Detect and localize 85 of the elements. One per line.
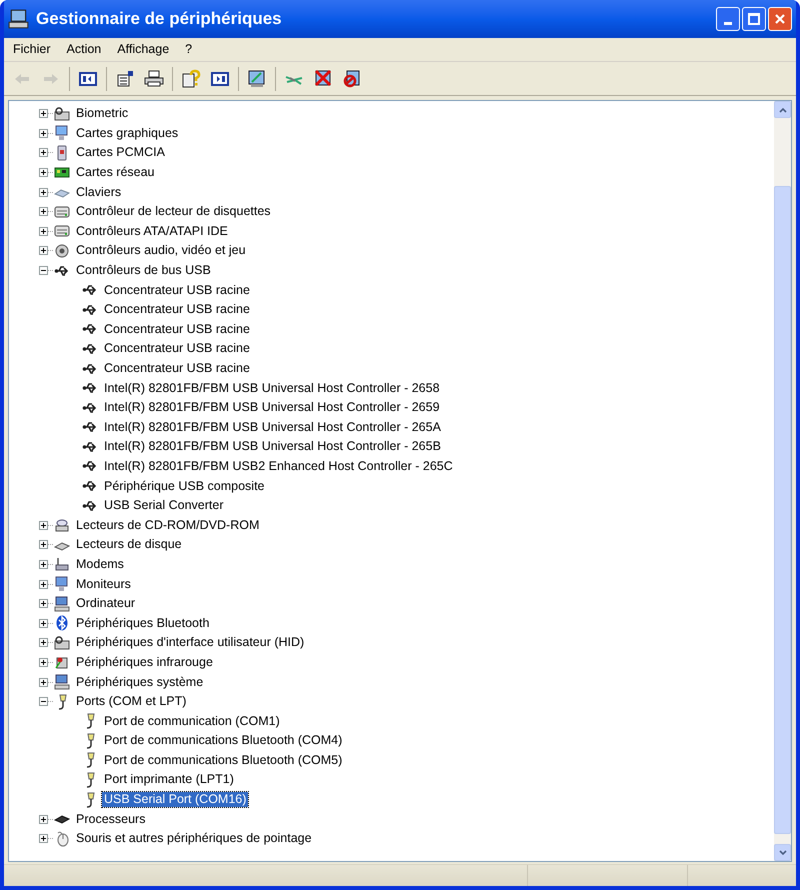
scroll-down-button[interactable] [774, 844, 791, 861]
tree-item[interactable]: Concentrateur USB racine [102, 341, 252, 356]
speaker-icon [54, 242, 70, 259]
expand-toggle[interactable] [39, 128, 48, 138]
tree-item[interactable]: Port de communications Bluetooth (COM4) [102, 733, 344, 748]
drive-icon [54, 204, 70, 220]
window-title: Gestionnaire de périphériques [36, 8, 282, 30]
computer-icon [54, 674, 70, 690]
tree-item[interactable]: Port de communications Bluetooth (COM5) [102, 752, 344, 768]
tree-item[interactable]: Moniteurs [74, 576, 133, 592]
tree-item[interactable]: Lecteurs de disque [74, 537, 184, 552]
maximize-button[interactable] [742, 7, 766, 31]
tree-item[interactable]: Lecteurs de CD-ROM/DVD-ROM [74, 518, 262, 533]
tree-item[interactable]: Périphériques d'interface utilisateur (HID) [74, 635, 306, 650]
expand-toggle[interactable] [39, 678, 48, 687]
tree-item[interactable]: Port de communication (COM1) [102, 714, 282, 729]
expand-toggle[interactable] [39, 834, 48, 844]
expand-toggle[interactable] [39, 599, 48, 608]
tree-item[interactable]: Concentrateur USB racine [102, 282, 252, 298]
expand-toggle[interactable] [39, 109, 48, 118]
tree-item[interactable]: USB Serial Port (COM16) [102, 792, 248, 808]
expand-toggle[interactable] [39, 638, 48, 648]
tree-item[interactable]: USB Serial Converter [102, 498, 226, 514]
menu-item[interactable]: ? [178, 40, 200, 59]
tree-item[interactable]: Périphérique USB composite [102, 478, 266, 494]
tree-item[interactable]: Modems [74, 556, 126, 572]
menu-item[interactable]: Action [60, 40, 108, 59]
expand-toggle[interactable] [39, 560, 48, 569]
tree-item[interactable]: Cartes graphiques [74, 126, 180, 141]
tree-item[interactable]: Concentrateur USB racine [102, 302, 252, 318]
expand-toggle[interactable] [39, 618, 48, 628]
drive-icon [54, 223, 70, 240]
expand-toggle[interactable] [39, 658, 48, 667]
minimize-icon [724, 22, 732, 25]
modem-icon [54, 556, 70, 572]
computer-icon [8, 8, 30, 30]
monitor-icon [54, 125, 70, 142]
device-icon [54, 106, 70, 122]
tree-item[interactable]: Concentrateur USB racine [102, 361, 252, 376]
tree-item[interactable]: Intel(R) 82801FB/FBM USB Universal Host Controller - 265B [102, 439, 443, 454]
tree-item[interactable]: Concentrateur USB racine [102, 322, 252, 337]
expand-toggle[interactable] [39, 168, 48, 178]
maximize-icon [748, 13, 760, 25]
expand-toggle[interactable] [39, 148, 48, 158]
tree-item[interactable]: Périphériques Bluetooth [74, 616, 212, 631]
tree-item[interactable]: Cartes réseau [74, 165, 157, 180]
expand-toggle[interactable] [39, 226, 48, 236]
tree-item[interactable]: Processeurs [74, 812, 148, 827]
disc-drive-icon [54, 517, 70, 534]
scroll-up-button[interactable] [774, 101, 791, 118]
tree-item[interactable]: Ports (COM et LPT) [74, 694, 188, 710]
bluetooth-icon [54, 615, 70, 632]
expand-toggle[interactable] [39, 188, 48, 197]
expand-toggle[interactable] [39, 814, 48, 824]
tree-item[interactable]: Ordinateur [74, 596, 138, 612]
computer-icon [54, 596, 70, 612]
tree-item[interactable]: Contrôleur de lecteur de disquettes [74, 204, 273, 220]
tree-item[interactable]: Périphériques système [74, 674, 206, 690]
expand-toggle[interactable] [39, 580, 48, 589]
menu-item[interactable]: Affichage [110, 40, 176, 59]
minimize-button[interactable] [716, 7, 740, 31]
tree-item[interactable]: Port imprimante (LPT1) [102, 772, 236, 788]
tree-item[interactable]: Intel(R) 82801FB/FBM USB Universal Host Controller - 265A [102, 420, 443, 435]
close-icon [774, 13, 786, 25]
expand-toggle[interactable] [39, 540, 48, 550]
close-button[interactable] [768, 7, 792, 31]
expand-toggle[interactable] [39, 520, 48, 530]
tree-item[interactable]: Contrôleurs audio, vidéo et jeu [74, 243, 248, 258]
tree-item[interactable]: Intel(R) 82801FB/FBM USB2 Enhanced Host Controller - 265C [102, 458, 455, 474]
tree-item[interactable]: Souris et autres périphériques de pointage [74, 831, 314, 846]
monitor-icon [54, 576, 70, 592]
menu-item[interactable]: Fichier [6, 40, 58, 59]
tree-item[interactable]: Contrôleurs ATA/ATAPI IDE [74, 224, 230, 239]
collapse-toggle[interactable] [39, 266, 48, 276]
device-icon [54, 634, 70, 651]
tree-item[interactable]: Claviers [74, 184, 124, 200]
expand-toggle[interactable] [39, 246, 48, 256]
tree-item[interactable]: Intel(R) 82801FB/FBM USB Universal Host Controller - 2658 [102, 380, 442, 396]
tree-item[interactable]: Contrôleurs de bus USB [74, 263, 213, 278]
collapse-toggle[interactable] [39, 697, 48, 706]
tree-item[interactable]: Intel(R) 82801FB/FBM USB Universal Host Controller - 2659 [102, 400, 442, 416]
tree-item[interactable]: Cartes PCMCIA [74, 145, 167, 160]
tree-item[interactable]: Biometric [74, 106, 130, 122]
expand-toggle[interactable] [39, 207, 48, 216]
tree-item[interactable]: Périphériques infrarouge [74, 654, 215, 670]
